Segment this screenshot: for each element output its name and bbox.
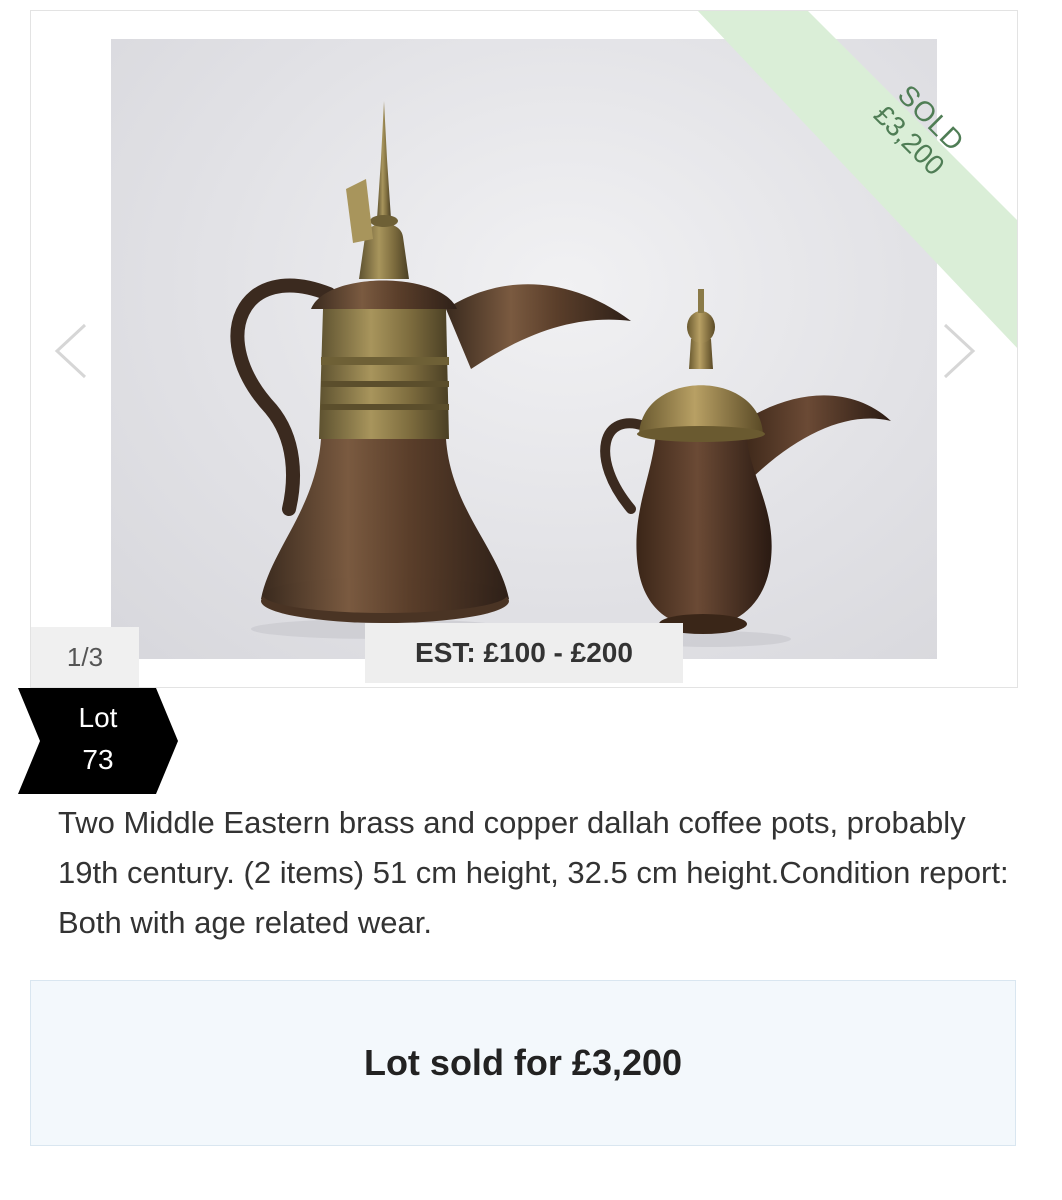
lot-label: Lot — [78, 702, 118, 733]
lot-photo[interactable] — [111, 39, 937, 659]
previous-image-button[interactable] — [53, 321, 89, 381]
image-counter: 1/3 — [31, 627, 139, 687]
lot-description: Two Middle Eastern brass and copper dall… — [58, 805, 1009, 940]
estimate-badge: EST: £100 - £200 — [365, 623, 683, 683]
lot-number-tag: Lot 73 — [18, 688, 178, 794]
chevron-left-icon — [54, 323, 87, 379]
sold-result-text: Lot sold for £3,200 — [363, 1042, 683, 1083]
next-image-button[interactable] — [941, 321, 977, 381]
dallah-pots-illustration — [230, 101, 891, 647]
chevron-right-icon — [943, 323, 976, 379]
sold-result-box: Lot sold for £3,200 — [30, 980, 1016, 1146]
lot-number: 73 — [82, 744, 114, 775]
image-gallery: SOLD £3,200 1/3 EST: £100 - £200 — [30, 10, 1018, 688]
lot-detail-page: SOLD £3,200 1/3 EST: £100 - £200 Lot 73 … — [0, 0, 1062, 1200]
